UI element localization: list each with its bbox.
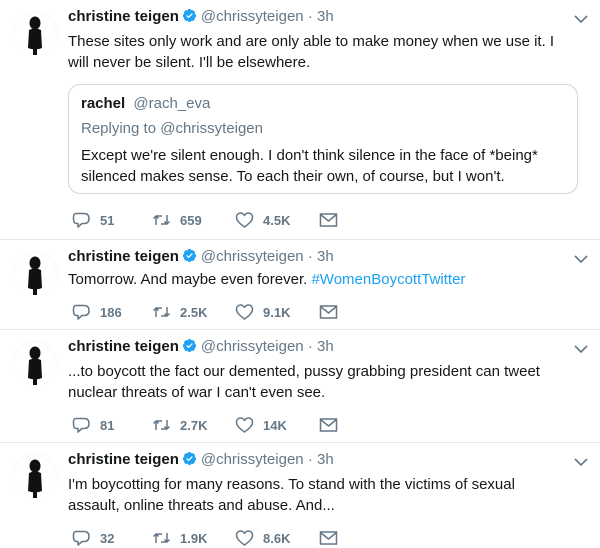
reply-count: 32 (100, 530, 115, 546)
tweet-text: These sites only work and are only able … (68, 33, 555, 71)
heart-icon (235, 304, 254, 320)
retweet-button[interactable]: 2.7K (152, 415, 207, 435)
quoted-text: Except we're silent enough. I don't thin… (81, 147, 538, 185)
separator-dot: · (307, 338, 313, 355)
quoted-author-name: rachel (81, 95, 126, 112)
direct-message-button[interactable] (319, 302, 338, 322)
reply-button[interactable]: 81 (72, 415, 114, 435)
tweet[interactable]: christine teigen @chrissyteigen · 3h Thes… (0, 0, 600, 240)
tweet[interactable]: christine teigen @chrissyteigen · 3h ...t… (0, 330, 600, 443)
like-button[interactable]: 8.6K (235, 528, 290, 548)
retweet-icon (152, 420, 171, 430)
avatar[interactable] (12, 250, 58, 296)
tweet-header: christine teigen @chrissyteigen · 3h (68, 8, 334, 27)
retweet-button[interactable]: 2.5K (152, 302, 207, 322)
envelope-icon (319, 305, 338, 319)
like-button[interactable]: 4.5K (235, 210, 290, 230)
direct-message-button[interactable] (319, 210, 338, 230)
verified-badge-icon (182, 338, 197, 357)
like-button[interactable]: 9.1K (235, 302, 290, 322)
chevron-down-icon[interactable] (574, 14, 588, 24)
timestamp[interactable]: 3h (317, 338, 334, 355)
retweet-count: 1.9K (180, 530, 208, 546)
quoted-author: rachel @rach_eva (81, 95, 210, 112)
like-count: 8.6K (263, 530, 291, 546)
separator-dot: · (307, 248, 313, 265)
reply-count: 51 (100, 212, 115, 228)
retweet-icon (152, 215, 171, 225)
timestamp[interactable]: 3h (317, 451, 334, 468)
retweet-icon (152, 307, 171, 317)
reply-icon (72, 530, 90, 546)
author-name[interactable]: christine teigen (68, 451, 179, 468)
verified-badge-icon (182, 248, 197, 267)
reply-icon (72, 417, 90, 433)
direct-message-button[interactable] (319, 528, 338, 548)
avatar[interactable] (12, 340, 58, 386)
tweet-text: I'm boycotting for many reasons. To stan… (68, 476, 515, 514)
verified-badge-icon (182, 8, 197, 27)
chevron-down-icon[interactable] (574, 254, 588, 264)
action-bar: 81 2.7K 14K (72, 415, 372, 435)
action-bar: 51 659 4.5K (72, 210, 372, 230)
tweet[interactable]: christine teigen @chrissyteigen · 3h Tomo… (0, 240, 600, 330)
separator-dot: · (307, 8, 313, 25)
tweet-text: Tomorrow. And maybe even forever. #Women… (68, 269, 568, 290)
avatar[interactable] (12, 453, 58, 499)
tweet-header: christine teigen @chrissyteigen · 3h (68, 338, 334, 357)
author-handle[interactable]: @chrissyteigen (201, 248, 304, 265)
quoted-tweet[interactable]: rachel @rach_eva Replying to @chrissytei… (68, 84, 578, 194)
like-count: 4.5K (263, 212, 291, 228)
author-name[interactable]: christine teigen (68, 338, 179, 355)
timestamp[interactable]: 3h (317, 8, 334, 25)
envelope-icon (319, 213, 338, 227)
direct-message-button[interactable] (319, 415, 338, 435)
like-count: 9.1K (263, 304, 291, 320)
retweet-count: 659 (180, 212, 202, 228)
reply-icon (72, 212, 90, 228)
envelope-icon (319, 418, 338, 432)
separator-dot: · (307, 451, 313, 468)
reply-button[interactable]: 32 (72, 528, 114, 548)
replying-to-label: Replying to @chrissyteigen (81, 120, 263, 137)
reply-count: 81 (100, 417, 115, 433)
retweet-icon (152, 533, 171, 543)
like-button[interactable]: 14K (235, 415, 287, 435)
retweet-button[interactable]: 1.9K (152, 528, 207, 548)
reply-button[interactable]: 51 (72, 210, 114, 230)
chevron-down-icon[interactable] (574, 457, 588, 467)
timeline: christine teigen @chrissyteigen · 3h Thes… (0, 0, 600, 546)
author-handle[interactable]: @chrissyteigen (201, 338, 304, 355)
tweet-header: christine teigen @chrissyteigen · 3h (68, 248, 334, 267)
heart-icon (235, 530, 254, 546)
envelope-icon (319, 531, 338, 545)
action-bar: 186 2.5K 9.1K (72, 302, 372, 322)
retweet-count: 2.5K (180, 304, 208, 320)
author-name[interactable]: christine teigen (68, 248, 179, 265)
tweet-text-body: Tomorrow. And maybe even forever. (68, 271, 308, 288)
hashtag-link[interactable]: #WomenBoycottTwitter (311, 271, 465, 288)
retweet-button[interactable]: 659 (152, 210, 202, 230)
timestamp[interactable]: 3h (317, 248, 334, 265)
author-handle[interactable]: @chrissyteigen (201, 451, 304, 468)
tweet-text: ...to boycott the fact our demented, pus… (68, 363, 540, 401)
tweet[interactable]: christine teigen @chrissyteigen · 3h I'm … (0, 443, 600, 546)
verified-badge-icon (182, 451, 197, 470)
reply-count: 186 (100, 304, 122, 320)
like-count: 14K (263, 417, 287, 433)
tweet-header: christine teigen @chrissyteigen · 3h (68, 451, 334, 470)
reply-button[interactable]: 186 (72, 302, 122, 322)
reply-icon (72, 304, 90, 320)
heart-icon (235, 417, 254, 433)
avatar[interactable] (12, 10, 58, 56)
author-name[interactable]: christine teigen (68, 8, 179, 25)
heart-icon (235, 212, 254, 228)
retweet-count: 2.7K (180, 417, 208, 433)
action-bar: 32 1.9K 8.6K (72, 528, 372, 548)
author-handle[interactable]: @chrissyteigen (201, 8, 304, 25)
quoted-author-handle: @rach_eva (133, 95, 211, 112)
chevron-down-icon[interactable] (574, 344, 588, 354)
